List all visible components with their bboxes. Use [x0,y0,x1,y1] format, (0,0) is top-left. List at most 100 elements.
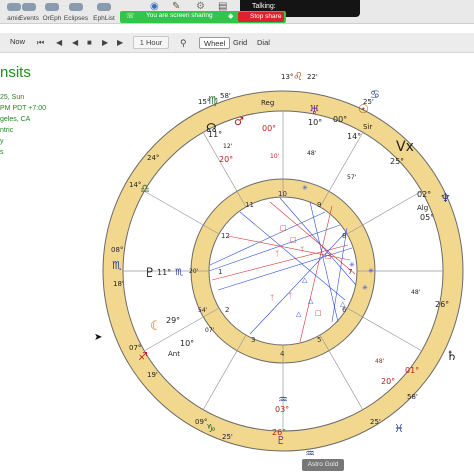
cusp-label: 25' [222,433,233,441]
planet-minute: 57' [347,174,357,181]
info-location: geles, CA [0,116,31,123]
svg-text:✳: ✳ [302,184,308,192]
ephlist-icon [97,3,111,11]
planet-minute: 10' [270,153,280,160]
svg-text:✳: ✳ [362,284,368,292]
planet-minute: 48' [411,289,421,296]
planet-degree: 29° [166,316,180,325]
cusp-label: 13° [281,73,293,81]
share-message: You are screen sharing [146,12,213,19]
cusp-label: 18' [113,280,124,288]
info-line: s [0,149,4,156]
navigation-bar: Now ⏮ ◀ ◀ ■ ▶ ▶ 1 Hour ⚲ Wheel Grid Dial [0,33,474,53]
svg-text:ᛉ: ᛉ [288,292,292,300]
planet-degree: 00° [333,115,347,124]
planet-minute: 48' [375,358,385,365]
algol-label: Alg [417,204,428,212]
saturn-icon: ♄ [446,349,458,364]
planet-degree: 05° [420,213,434,222]
talking-label: Talking: [252,3,276,10]
capricorn-icon: ♑ [206,422,216,435]
planet-degree: 20° [381,377,395,386]
scorpio-icon: ♏ [112,259,122,272]
svg-text:ᛉ: ᛉ [270,294,274,302]
house-number: 9 [317,201,321,209]
toolbar-item-ephlist[interactable]: EphList [90,3,118,23]
svg-text:△: △ [296,310,302,318]
tab-grid[interactable]: Grid [229,37,251,49]
go-start-icon[interactable]: ⏮ [37,39,46,47]
time-step-select[interactable]: 1 Hour [133,36,169,49]
stop-icon[interactable]: ■ [87,39,96,47]
pisces-icon: ♓ [394,422,404,435]
info-system: ntric [0,127,14,134]
tab-wheel[interactable]: Wheel [199,37,231,49]
play-icon[interactable]: ▶ [102,39,111,47]
planet-degree: 20° [219,155,233,164]
planet-degree: 01° [405,366,419,375]
cusp-label: 24° [147,154,159,162]
svg-text:□: □ [290,236,297,244]
svg-text:□: □ [315,309,322,317]
scorpio-small-icon: ♏ [175,268,183,278]
svg-text:✳: ✳ [349,261,355,269]
chart-wheel[interactable]: 1 2 3 4 5 6 7 8 9 10 11 12 13° 22' 15° 5… [100,60,474,460]
svg-text:△: △ [340,300,346,308]
planet-degree: 10° [308,118,322,127]
time-step-label: 1 Hour [139,38,163,47]
screen-share-bar: ☏ You are screen sharing ◆ Stop share [120,11,286,23]
share-icon: ☏ [126,13,135,20]
sirius-label: Sir [363,123,372,131]
svg-text:□: □ [325,252,332,260]
planet-minute: 54' [198,307,208,314]
tab-dial[interactable]: Dial [253,37,274,49]
planet-degree: 02° [417,190,431,199]
info-time: PM PDT +7:00 [0,105,46,112]
planet-degree: 11° [157,268,171,277]
house-number: 8 [342,232,346,240]
app-watermark: Astro Gold [302,459,344,471]
antares-label: Ant [168,350,180,358]
vertex-label: Vx [396,139,414,155]
cusp-label: 25' [370,418,381,426]
stop-share-button[interactable]: Stop share [238,12,284,22]
svg-text:ᛉ: ᛉ [275,250,279,258]
step-forward-icon[interactable]: ▶ [117,39,126,47]
info-line: y [0,138,4,145]
planet-minute: 12' [223,143,233,150]
libra-icon: ♎ [140,182,150,195]
now-button[interactable]: Now [10,37,25,46]
toolbar-label: Eclipses [63,15,89,22]
house-number: 12 [221,232,230,240]
svg-text:□: □ [280,224,287,232]
planet-minute: 20' [189,268,199,275]
house-number: 7 [348,268,352,276]
planet-degree: 00° [262,124,276,133]
planet-degree: 14° [347,132,361,141]
mouse-cursor-icon: ➤ [94,332,103,343]
aspect-circle [208,196,358,346]
house-number: 4 [280,350,285,358]
oreph-icon [45,3,59,11]
neptune-icon: ♆ [440,191,451,205]
info-date: 25, Sun [0,94,25,101]
sagittarius-icon: ♐ [138,350,148,363]
virgo-icon: ♍ [208,94,218,107]
planet-degree: 25° [390,157,404,166]
play-back-icon[interactable]: ◀ [72,39,81,47]
cancer-icon: ♋ [370,88,380,101]
house-number: 11 [245,201,254,209]
planet-minute: 48' [307,150,317,157]
svg-text:✳: ✳ [368,267,374,275]
shield-icon: ◆ [228,13,234,20]
step-back-icon[interactable]: ◀ [56,39,65,47]
house-number: 5 [317,336,321,344]
toolbar-label: EphList [93,15,115,22]
house-number: 3 [251,336,255,344]
toolbar-item-eclipses[interactable]: Eclipses [62,3,90,23]
pluto-icon: ♇ [144,266,156,281]
planet-degree: 03° [275,405,289,414]
planet-degree: 26° [435,300,449,309]
moon-icon: ☾ [150,319,162,334]
search-icon[interactable]: ⚲ [180,39,189,48]
